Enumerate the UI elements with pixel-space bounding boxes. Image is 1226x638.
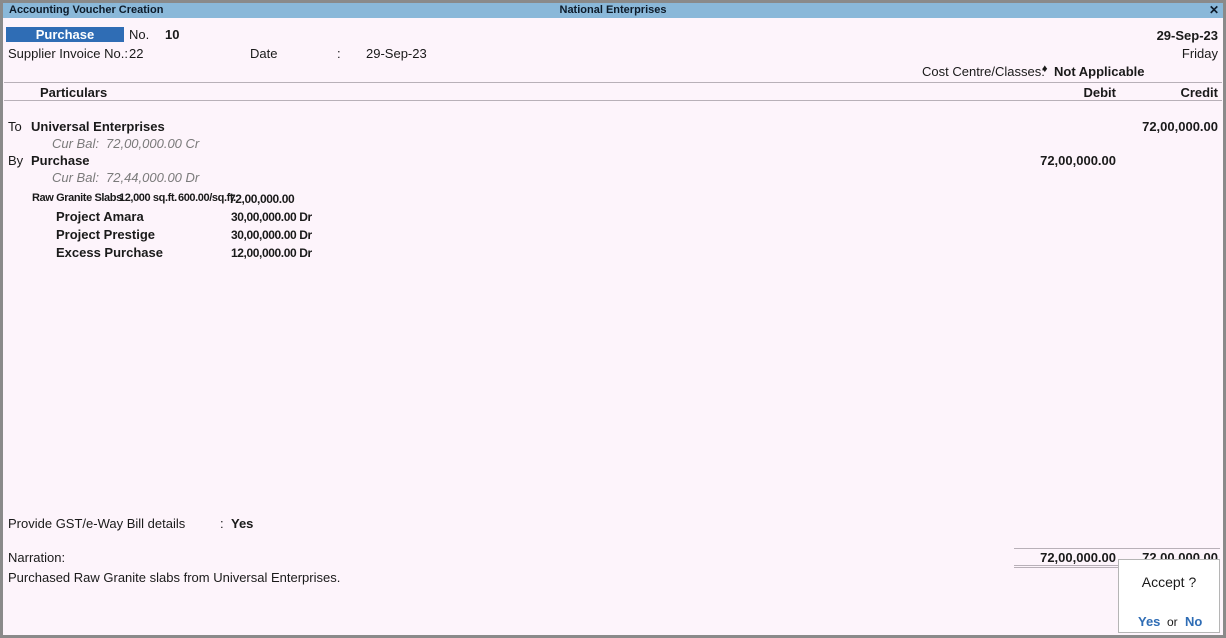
voucher-day: Friday [1181,46,1218,61]
to-cur-bal-value: 72,00,000.00 Cr [106,136,200,151]
narration-text[interactable]: Purchased Raw Granite slabs from Univers… [8,570,340,585]
voucher-type-badge[interactable]: Purchase [6,27,124,42]
date-field[interactable]: 29-Sep-23 [366,46,427,61]
accept-yes-button[interactable]: Yes [1138,614,1160,629]
accept-no-button[interactable]: No [1185,614,1202,629]
cost-centre-value[interactable]: Not Applicable [1054,64,1145,79]
totals-bottom-double-line [1014,567,1118,568]
cost-centre-name[interactable]: Project Amara [56,209,144,224]
by-cur-bal-value: 72,44,000.00 Dr [106,170,200,185]
accept-or-text: or [1167,615,1178,629]
cost-centre-amount[interactable]: 30,00,000.00 Dr [231,210,312,224]
cost-centre-amount[interactable]: 12,00,000.00 Dr [231,246,312,260]
item-name[interactable]: Raw Granite Slabs [32,192,122,204]
to-cur-bal-label: Cur Bal: [52,136,99,151]
supplier-invoice-label: Supplier Invoice No.: [8,46,128,61]
title-bar: Accounting Voucher Creation National Ent… [3,3,1223,18]
cost-centre-amount[interactable]: 30,00,000.00 Dr [231,228,312,242]
item-amount[interactable]: 72,00,000.00 [229,192,295,206]
cost-centre-label: Cost Centre/Classes: [922,64,1045,79]
to-credit-amount[interactable]: 72,00,000.00 [1142,119,1218,134]
gst-details-separator: : [220,516,224,531]
supplier-invoice-field[interactable]: 22 [129,46,143,61]
total-debit: 72,00,000.00 [1040,550,1116,565]
date-label: Date [250,46,278,61]
gst-details-label: Provide GST/e-Way Bill details [8,516,186,531]
cost-centre-name[interactable]: Excess Purchase [56,245,163,260]
item-rate[interactable]: 600.00/sq.ft. [178,192,236,204]
by-debit-amount[interactable]: 72,00,000.00 [1040,153,1116,168]
close-icon[interactable]: ✕ [1209,3,1219,17]
by-prefix: By [8,153,24,168]
gst-details-value[interactable]: Yes [231,516,253,531]
header-top-divider [4,82,1222,83]
voucher-no-label: No. [129,27,150,42]
accept-dialog: Accept ? Yes or No [1118,559,1220,633]
col-debit: Debit [1083,85,1117,100]
voucher-no-value[interactable]: 10 [165,27,179,42]
item-quantity[interactable]: 12,000 sq.ft. [119,192,177,204]
by-cur-bal-label: Cur Bal: [52,170,99,185]
voucher-window [0,0,1226,638]
voucher-date-top[interactable]: 29-Sep-23 [1157,28,1218,43]
totals-top-line [1014,548,1220,549]
to-prefix: To [8,119,22,134]
date-separator: : [337,46,341,61]
to-ledger[interactable]: Universal Enterprises [31,119,165,134]
cost-centre-name[interactable]: Project Prestige [56,227,155,242]
diamond-bullet-icon: ♦ [1042,63,1048,75]
col-credit: Credit [1180,85,1218,100]
company-name: National Enterprises [559,4,667,16]
col-particulars: Particulars [40,85,108,100]
totals-bottom-line [1014,565,1118,566]
narration-label: Narration: [8,550,66,565]
by-ledger[interactable]: Purchase [31,153,90,168]
header-bottom-divider [4,100,1222,101]
accept-question: Accept ? [1141,574,1197,590]
